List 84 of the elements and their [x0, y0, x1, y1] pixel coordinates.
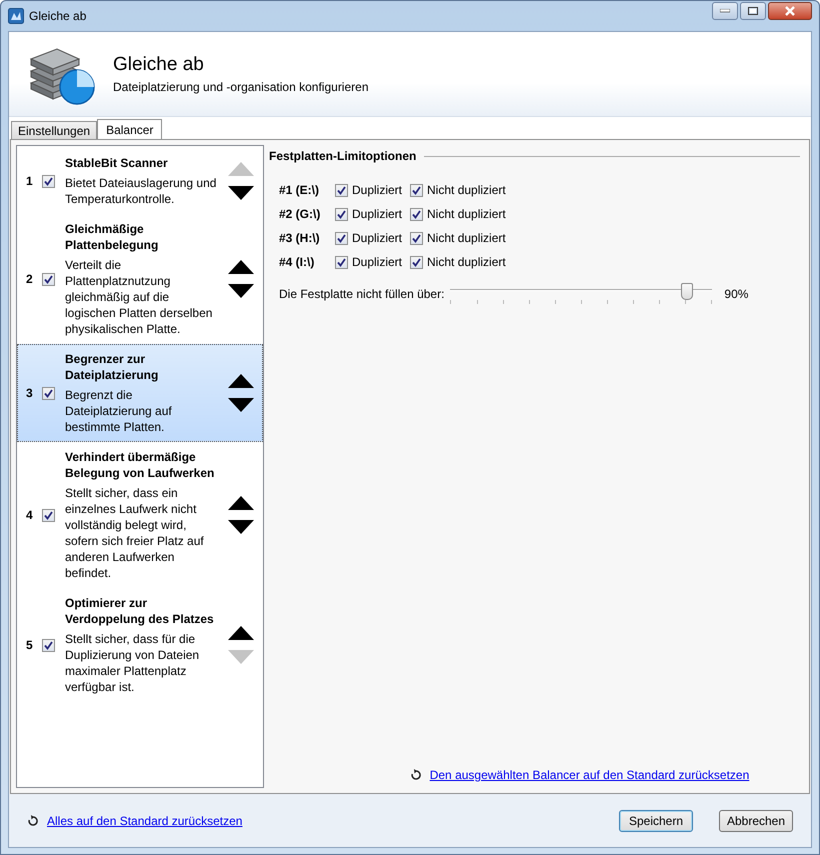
balancer-description: Begrenzt die Dateiplatzierung auf bestimmte Platten. [65, 387, 173, 435]
checkbox-label: Dupliziert [352, 231, 402, 245]
balancer-item[interactable]: 4 Verhindert übermäßige Belegung von Laufwerken Stellt sicher, dass ein einzelnes Laufwerk nicht vollständig belegt wird, sofern sich freier Platz auf anderen Laufwerken befindet. [17, 442, 263, 588]
minimize-icon [720, 9, 730, 13]
balancer-number: 1 [26, 174, 34, 188]
checkbox-box[interactable] [335, 256, 348, 268]
balancer-description: Stellt sicher, dass ein einzelnes Laufwerk nicht vollständig belegt wird, sofern sich freier Platz auf anderen Laufwerken befindet. [65, 485, 205, 581]
reset-all-link[interactable]: Alles auf den Standard zurücksetzen [47, 814, 242, 828]
checkbox-box[interactable] [410, 256, 424, 268]
drive-label: #1 (E:\) [279, 183, 320, 197]
move-up-icon[interactable] [228, 374, 254, 388]
move-up-icon[interactable] [228, 626, 254, 640]
checkbox[interactable] [42, 638, 55, 652]
checkbox-label: Dupliziert [352, 207, 402, 221]
checkbox[interactable]: Dupliziert [335, 207, 402, 221]
checkbox[interactable]: Dupliziert [335, 231, 402, 245]
checkbox[interactable] [42, 508, 55, 522]
move-up-icon[interactable] [228, 496, 254, 510]
checkbox[interactable] [42, 174, 55, 188]
cancel-button[interactable]: Abbrechen [719, 810, 793, 832]
checkbox[interactable]: Nicht dupliziert [410, 207, 506, 221]
checkbox-label: Dupliziert [352, 183, 402, 197]
checkbox[interactable] [42, 272, 55, 286]
minimize-button[interactable] [712, 2, 738, 20]
balancer-description: Bietet Dateiauslagerung und Temperaturkontrolle. [65, 175, 217, 207]
move-up-icon[interactable] [228, 260, 254, 274]
maximize-button[interactable] [740, 2, 766, 20]
checkbox[interactable]: Dupliziert [335, 255, 402, 269]
slider-label: Die Festplatte nicht füllen über: [279, 287, 444, 301]
balancer-number: 4 [26, 508, 34, 522]
move-down-icon[interactable] [228, 284, 254, 298]
balancer-description: Verteilt die Plattenplatznutzung gleichmäßig auf die logischen Platten derselben physikalischen Platte. [65, 257, 214, 337]
checkbox[interactable]: Nicht dupliziert [410, 183, 506, 197]
checkbox[interactable]: Dupliziert [335, 183, 402, 197]
move-down-icon[interactable] [228, 186, 254, 200]
checkbox-box[interactable] [335, 232, 348, 244]
checkbox[interactable]: Nicht dupliziert [410, 231, 506, 245]
balancer-title: StableBit Scanner [65, 155, 169, 171]
checkbox-box[interactable] [410, 208, 424, 220]
balancer-number: 2 [26, 272, 34, 286]
balancer-item[interactable]: 5 Optimierer zur Verdoppelung des Platzes Stellt sicher, dass für die Duplizierung von Dateien maximaler Plattenplatz verfügbar ist. [17, 588, 263, 702]
save-button[interactable]: Speichern [619, 810, 693, 832]
checkbox-label: Nicht dupliziert [427, 207, 506, 221]
balancer-number: 3 [26, 386, 34, 400]
slider-reading: 90% [724, 287, 748, 301]
group-title: Festplatten-Limitoptionen [269, 149, 416, 163]
tab[interactable]: Balancer [97, 119, 162, 139]
balancer-title: Begrenzer zur Dateiplatzierung [65, 351, 160, 383]
fill-limit-slider[interactable] [450, 283, 712, 305]
tab[interactable]: Einstellungen [11, 121, 98, 139]
balancer-item[interactable]: 1 StableBit Scanner Bietet Dateiauslagerung und Temperaturkontrolle. [17, 148, 263, 214]
balancer-title: Verhindert übermäßige Belegung von Laufwerken [65, 449, 216, 481]
move-down-icon[interactable] [228, 398, 254, 412]
header-subtitle: Dateiplatzierung und -organisation konfigurieren [113, 80, 368, 94]
maximize-icon [748, 7, 758, 15]
close-button[interactable] [768, 2, 812, 20]
checkbox-label: Nicht dupliziert [427, 231, 506, 245]
drive-label: #2 (G:\) [279, 207, 322, 221]
checkbox-box[interactable] [335, 184, 348, 196]
drive-label: #3 (H:\) [279, 231, 321, 245]
close-icon [784, 6, 796, 16]
drive-label: #4 (I:\) [279, 255, 316, 269]
window-title: Gleiche ab [29, 9, 86, 23]
move-down-icon[interactable] [228, 520, 254, 534]
checkbox[interactable]: Nicht dupliziert [410, 255, 506, 269]
checkbox-box[interactable] [410, 184, 424, 196]
app-icon [8, 8, 24, 24]
balancer-item[interactable]: 2 Gleichmäßige Plattenbelegung Verteilt die Plattenplatznutzung gleichmäßig auf die logischen Platten derselben physikalischen Platte. [17, 214, 263, 344]
balancer-number: 5 [26, 638, 34, 652]
checkbox-label: Nicht dupliziert [427, 255, 506, 269]
checkbox[interactable] [42, 386, 55, 400]
checkbox-box[interactable] [410, 232, 424, 244]
balancer-item[interactable]: 3 Begrenzer zur Dateiplatzierung Begrenzt die Dateiplatzierung auf bestimmte Platten. [17, 344, 263, 442]
checkbox-box[interactable] [335, 208, 348, 220]
checkbox-label: Dupliziert [352, 255, 402, 269]
balancer-title: Optimierer zur Verdoppelung des Platzes [65, 595, 215, 627]
balancer-title: Gleichmäßige Plattenbelegung [65, 221, 160, 253]
checkbox-label: Nicht dupliziert [427, 183, 506, 197]
reset-selected-link[interactable]: Den ausgewählten Balancer auf den Standard zurücksetzen [430, 768, 750, 782]
reset-icon [27, 814, 39, 826]
reset-icon [410, 769, 422, 781]
slider-thumb[interactable] [681, 283, 694, 300]
header-title: Gleiche ab [113, 54, 205, 76]
balancer-description: Stellt sicher, dass für die Duplizierung von Dateien maximaler Plattenplatz verfügbar ist. [65, 631, 200, 695]
